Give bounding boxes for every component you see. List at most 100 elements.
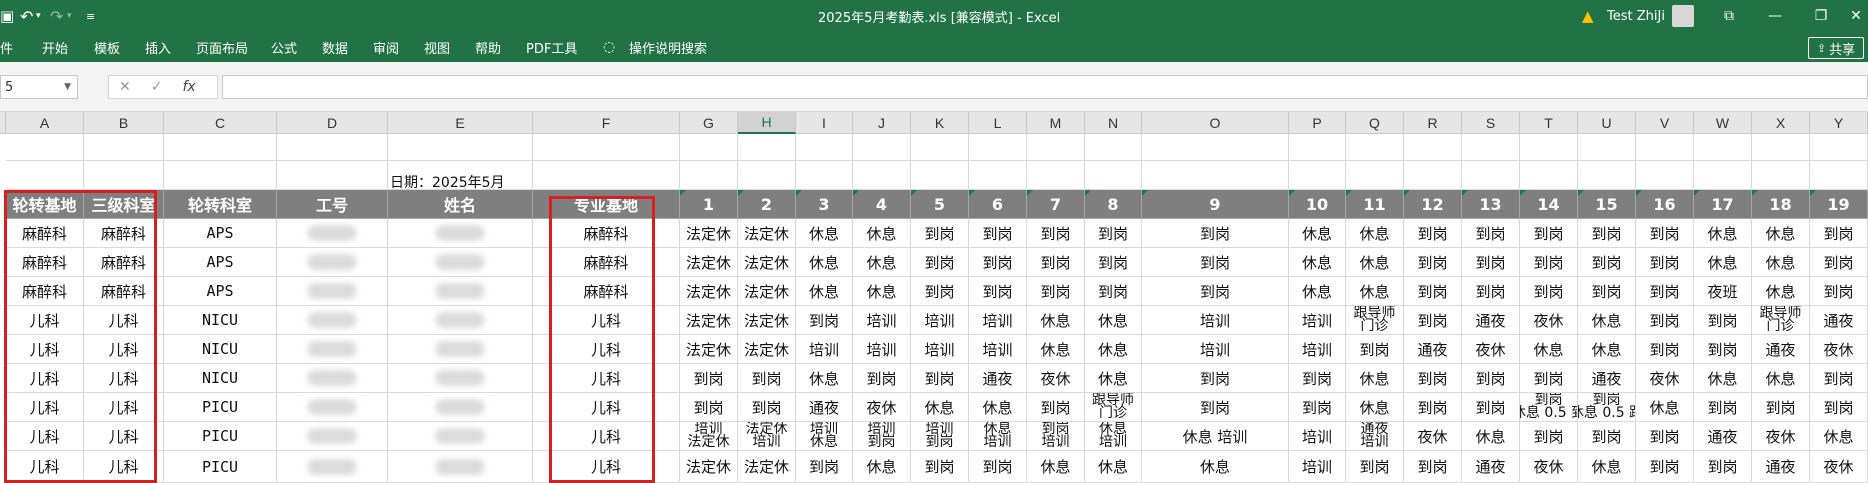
table-cell[interactable]	[388, 219, 533, 248]
column-header-b[interactable]: B	[84, 112, 164, 134]
user-name[interactable]: Test ZhiJi	[1607, 0, 1665, 32]
empty-cell[interactable]	[796, 161, 853, 190]
table-cell[interactable]: 到岗	[1404, 364, 1462, 393]
table-cell[interactable]: 到岗	[1085, 277, 1142, 306]
table-header-cell[interactable]: 15	[1578, 190, 1636, 219]
table-cell[interactable]: 通夜	[1810, 306, 1868, 335]
empty-cell[interactable]	[1289, 134, 1346, 161]
table-cell[interactable]: 到岗	[1346, 451, 1404, 483]
table-cell[interactable]: 休息	[1085, 335, 1142, 364]
table-cell[interactable]: 夜休	[853, 393, 911, 422]
table-cell[interactable]: 休息	[1346, 277, 1404, 306]
table-cell[interactable]: 到岗	[911, 451, 969, 483]
table-cell[interactable]: 到岗	[1810, 219, 1868, 248]
table-cell[interactable]: 麻醉科	[84, 277, 164, 306]
table-cell[interactable]: APS	[164, 219, 277, 248]
table-header-cell[interactable]: 轮转科室	[164, 190, 277, 219]
table-cell[interactable]: 麻醉科	[84, 248, 164, 277]
table-cell[interactable]: 儿科	[533, 422, 680, 451]
table-cell[interactable]: 休息	[1085, 364, 1142, 393]
warning-icon[interactable]: ▲	[1582, 0, 1594, 32]
table-cell[interactable]: 休息	[796, 248, 853, 277]
empty-cell[interactable]	[969, 134, 1027, 161]
table-cell[interactable]: 培训	[853, 306, 911, 335]
table-cell[interactable]: 法定休	[680, 306, 738, 335]
empty-cell[interactable]	[388, 134, 533, 161]
table-header-cell[interactable]: 9	[1142, 190, 1289, 219]
table-cell[interactable]: 休息	[1752, 364, 1810, 393]
table-header-cell[interactable]: 7	[1027, 190, 1085, 219]
table-cell[interactable]: 培训 到岗	[853, 422, 911, 451]
column-header-l[interactable]: L	[969, 112, 1027, 134]
table-cell[interactable]: 到岗	[1085, 248, 1142, 277]
table-header-cell[interactable]: 工号	[277, 190, 388, 219]
table-cell[interactable]: 麻醉科	[6, 248, 84, 277]
empty-cell[interactable]	[911, 161, 969, 190]
column-header-p[interactable]: P	[1289, 112, 1346, 134]
table-cell[interactable]	[388, 364, 533, 393]
empty-cell[interactable]	[1462, 134, 1520, 161]
tab-view[interactable]: 视图	[424, 32, 450, 62]
table-cell[interactable]: 法定休	[738, 277, 796, 306]
column-header-w[interactable]: W	[1694, 112, 1752, 134]
table-cell[interactable]: 休息 培训	[1142, 422, 1289, 451]
empty-cell[interactable]	[1346, 161, 1404, 190]
table-cell[interactable]: 到岗	[1142, 364, 1289, 393]
name-box[interactable]: 5 ▼	[0, 75, 78, 99]
table-cell[interactable]: 通夜	[796, 393, 853, 422]
table-cell[interactable]: 法定休	[738, 219, 796, 248]
empty-cell[interactable]	[1404, 161, 1462, 190]
table-cell[interactable]: 法定休	[738, 248, 796, 277]
empty-cell[interactable]	[277, 161, 388, 190]
table-cell[interactable]: 休息	[796, 277, 853, 306]
table-cell[interactable]: 夜休	[1810, 335, 1868, 364]
empty-cell[interactable]	[1752, 134, 1810, 161]
table-header-cell[interactable]: 2	[738, 190, 796, 219]
table-header-cell[interactable]: 13	[1462, 190, 1520, 219]
tab-formulas[interactable]: 公式	[271, 32, 297, 62]
table-cell[interactable]: 到岗	[1404, 248, 1462, 277]
table-cell[interactable]: 休息	[1694, 248, 1752, 277]
tab-data[interactable]: 数据	[322, 32, 348, 62]
table-cell[interactable]: 休息	[796, 219, 853, 248]
tab-page-layout[interactable]: 页面布局	[196, 32, 248, 62]
table-cell[interactable]: 休息	[1694, 364, 1752, 393]
table-cell[interactable]	[388, 422, 533, 451]
table-cell[interactable]: 夜休	[1520, 451, 1578, 483]
table-cell[interactable]: 休息	[1578, 335, 1636, 364]
tab-file[interactable]: 件	[0, 32, 13, 62]
table-cell[interactable]: 休息	[1520, 335, 1578, 364]
table-cell[interactable]: 到岗	[1289, 364, 1346, 393]
table-cell[interactable]: 培训 休息	[796, 422, 853, 451]
table-cell[interactable]: 到岗	[1462, 393, 1520, 422]
table-cell[interactable]: 休息	[853, 277, 911, 306]
table-cell[interactable]	[277, 219, 388, 248]
table-cell[interactable]: 休息	[1346, 248, 1404, 277]
empty-cell[interactable]	[796, 134, 853, 161]
table-cell[interactable]: 到岗	[1694, 393, 1752, 422]
column-header-t[interactable]: T	[1520, 112, 1578, 134]
table-cell[interactable]	[388, 335, 533, 364]
chevron-down-icon[interactable]: ▼	[64, 82, 71, 92]
table-cell[interactable]: 到岗	[1578, 248, 1636, 277]
table-cell[interactable]: 通夜	[1578, 364, 1636, 393]
table-cell[interactable]: 培训	[1289, 335, 1346, 364]
empty-cell[interactable]	[1085, 161, 1142, 190]
table-cell[interactable]: 跟导师 门诊	[1346, 306, 1404, 335]
table-cell[interactable]: 夜休	[1462, 335, 1520, 364]
table-cell[interactable]	[277, 277, 388, 306]
table-cell[interactable]: 到岗	[1810, 364, 1868, 393]
table-cell[interactable]: 到岗	[1404, 451, 1462, 483]
table-cell[interactable]: 法定休	[680, 335, 738, 364]
empty-cell[interactable]	[1142, 161, 1289, 190]
table-header-cell[interactable]: 10	[1289, 190, 1346, 219]
table-cell[interactable]: 休息	[1578, 451, 1636, 483]
column-header-h[interactable]: H	[738, 112, 796, 134]
empty-cell[interactable]	[1462, 161, 1520, 190]
table-cell[interactable]: 到岗	[1578, 277, 1636, 306]
empty-cell[interactable]	[164, 161, 277, 190]
table-cell[interactable]: APS	[164, 248, 277, 277]
tab-review[interactable]: 审阅	[373, 32, 399, 62]
column-header-c[interactable]: C	[164, 112, 277, 134]
table-cell[interactable]: 培训	[1142, 335, 1289, 364]
